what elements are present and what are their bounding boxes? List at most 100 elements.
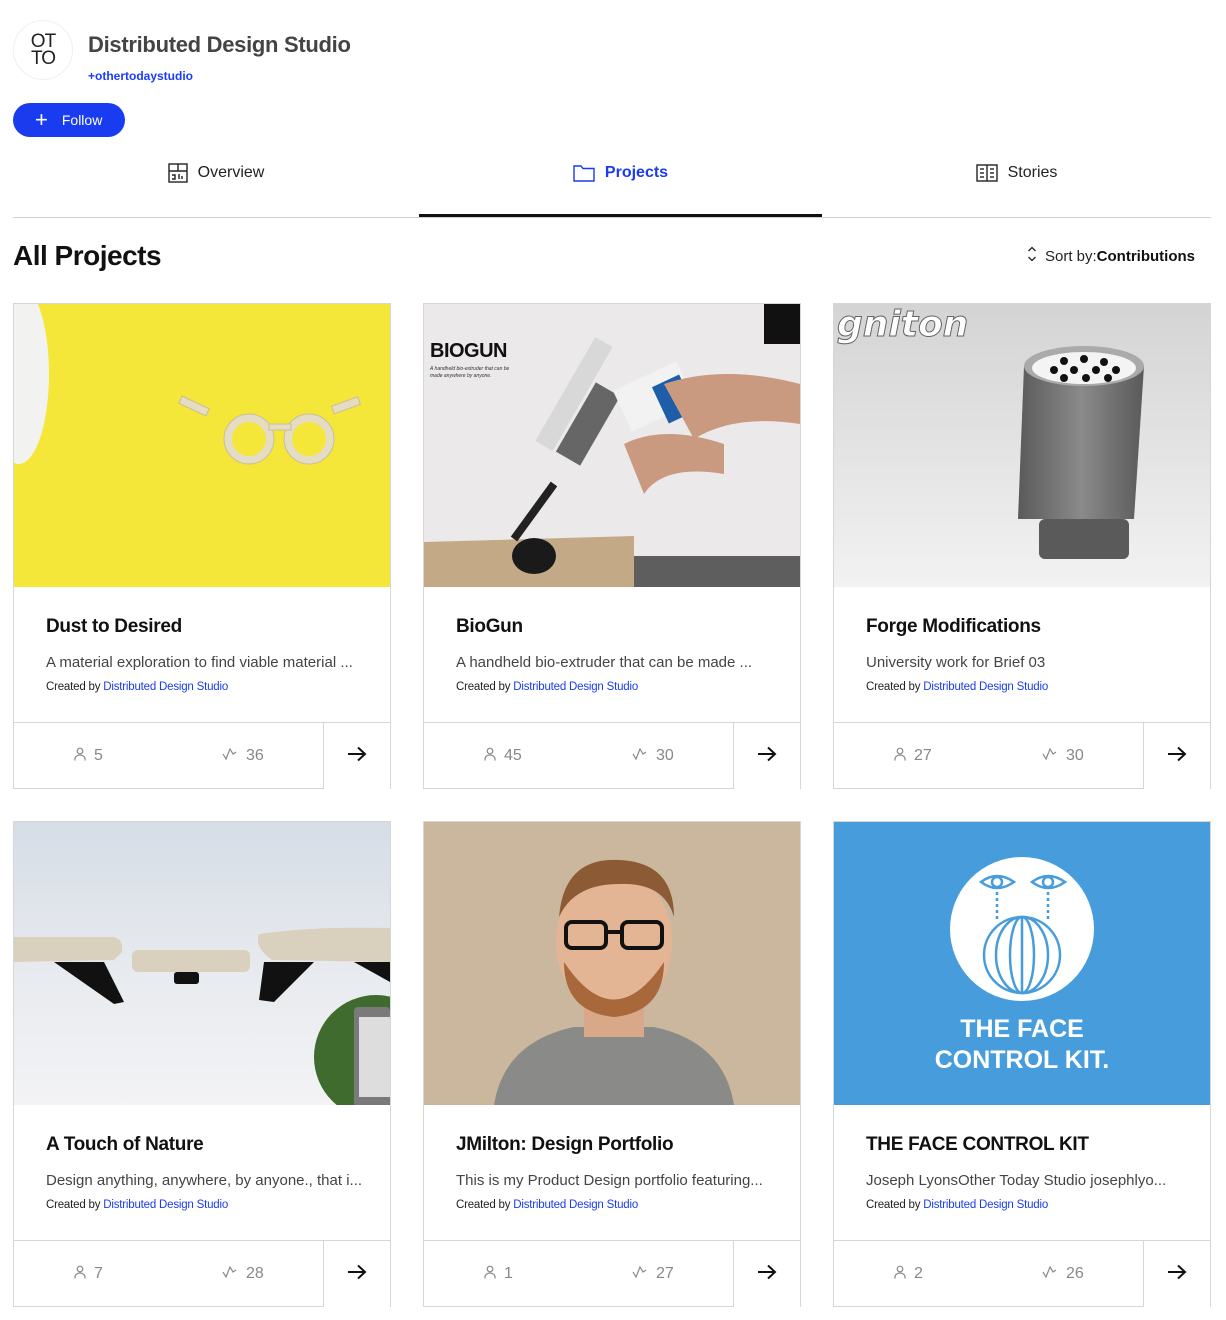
org-avatar[interactable]: OT TO — [13, 20, 73, 80]
activity-icon — [222, 1265, 238, 1283]
activity-icon — [222, 747, 238, 765]
creator-link[interactable]: Distributed Design Studio — [513, 681, 638, 693]
members-count: 2 — [914, 1265, 923, 1282]
project-card[interactable]: gniton Forge Modifications University wo… — [833, 303, 1211, 789]
sort-dropdown[interactable]: Sort by:Contributions — [1027, 246, 1195, 266]
biogun-image-caption: A handheld bio-extruder that can be made… — [430, 366, 510, 379]
project-title[interactable]: Dust to Desired — [46, 616, 182, 638]
open-project-button[interactable] — [733, 723, 800, 789]
project-thumbnail-forge-modifications[interactable]: gniton — [834, 304, 1210, 587]
creator-link[interactable]: Distributed Design Studio — [103, 1199, 228, 1211]
project-thumbnail-jmilton-portfolio[interactable] — [424, 822, 800, 1105]
project-title[interactable]: Forge Modifications — [866, 616, 1041, 638]
project-creator: Created by Distributed Design Studio — [866, 1199, 1048, 1211]
sort-chevrons-icon — [1027, 246, 1037, 266]
sort-label: Sort by: — [1044, 247, 1097, 265]
activity-icon — [632, 747, 648, 765]
org-handle[interactable]: +othertodaystudio — [88, 69, 193, 83]
project-creator: Created by Distributed Design Studio — [866, 681, 1048, 693]
project-card[interactable]: THE FACE CONTROL KIT. THE FACE CONTROL K… — [833, 821, 1211, 1307]
members-count: 27 — [914, 747, 932, 764]
project-card[interactable]: JMilton: Design Portfolio This is my Pro… — [423, 821, 801, 1307]
tab-stories[interactable]: Stories — [822, 150, 1211, 196]
members-count: 45 — [504, 747, 522, 764]
contributions-count: 27 — [656, 1265, 674, 1282]
members-stat: 7 — [74, 1241, 103, 1307]
project-title[interactable]: A Touch of Nature — [46, 1134, 204, 1156]
arrow-right-icon — [347, 746, 367, 767]
face-kit-heading-line-2: CONTROL KIT. — [934, 1046, 1110, 1074]
contributions-stat: 30 — [1042, 723, 1084, 789]
project-description: Design anything, anywhere, by anyone., t… — [46, 1172, 363, 1189]
created-by-label: Created by — [456, 1199, 511, 1211]
created-by-label: Created by — [46, 681, 101, 693]
contributions-stat: 28 — [222, 1241, 264, 1307]
page-title: All Projects — [13, 240, 162, 271]
project-creator: Created by Distributed Design Studio — [456, 1199, 638, 1211]
contributions-stat: 36 — [222, 723, 264, 789]
user-icon — [484, 747, 496, 766]
tab-overview[interactable]: Overview — [13, 150, 419, 196]
open-project-button[interactable] — [323, 723, 390, 789]
project-thumbnail-face-control-kit[interactable]: THE FACE CONTROL KIT. — [834, 822, 1210, 1105]
creator-link[interactable]: Distributed Design Studio — [923, 681, 1048, 693]
project-creator: Created by Distributed Design Studio — [46, 1199, 228, 1211]
open-project-button[interactable] — [1143, 723, 1210, 789]
contributions-stat: 26 — [1042, 1241, 1084, 1307]
project-description: A material exploration to find viable ma… — [46, 654, 353, 671]
contributions-stat: 27 — [632, 1241, 674, 1307]
project-thumbnail-a-touch-of-nature[interactable] — [14, 822, 390, 1105]
project-title[interactable]: JMilton: Design Portfolio — [456, 1134, 674, 1156]
members-stat: 27 — [894, 723, 932, 789]
tab-bar: Overview Projects Stories — [13, 150, 1211, 218]
creator-link[interactable]: Distributed Design Studio — [103, 681, 228, 693]
plus-icon: + — [35, 107, 48, 132]
dashboard-icon — [167, 163, 188, 183]
tab-projects[interactable]: Projects — [419, 150, 822, 217]
contributions-count: 36 — [246, 747, 264, 764]
tab-stories-label: Stories — [1007, 164, 1058, 181]
tab-overview-label: Overview — [197, 164, 265, 181]
project-thumbnail-biogun[interactable]: BIOGUN A handheld bio-extruder that can … — [424, 304, 800, 587]
open-project-button[interactable] — [1143, 1241, 1210, 1307]
folder-icon — [573, 164, 595, 182]
project-card[interactable]: A Touch of Nature Design anything, anywh… — [13, 821, 391, 1307]
arrow-right-icon — [1167, 1264, 1187, 1285]
creator-link[interactable]: Distributed Design Studio — [513, 1199, 638, 1211]
tab-projects-label: Projects — [604, 164, 669, 181]
created-by-label: Created by — [866, 1199, 921, 1211]
open-project-button[interactable] — [323, 1241, 390, 1307]
project-creator: Created by Distributed Design Studio — [46, 681, 228, 693]
user-icon — [484, 1265, 496, 1284]
book-icon — [975, 164, 998, 182]
project-title[interactable]: BioGun — [456, 616, 523, 638]
created-by-label: Created by — [46, 1199, 101, 1211]
org-avatar-logo: OT TO — [30, 31, 56, 69]
contributions-count: 30 — [656, 747, 674, 764]
user-icon — [74, 747, 86, 766]
members-count: 7 — [94, 1265, 103, 1282]
arrow-right-icon — [1167, 746, 1187, 767]
face-kit-heading-line-1: THE FACE — [960, 1015, 1084, 1043]
follow-button[interactable]: + Follow — [13, 103, 125, 137]
members-stat: 5 — [74, 723, 103, 789]
project-description: A handheld bio-extruder that can be made… — [456, 654, 753, 671]
project-thumbnail-dust-to-desired[interactable] — [14, 304, 390, 587]
created-by-label: Created by — [456, 681, 511, 693]
project-card[interactable]: Dust to Desired A material exploration t… — [13, 303, 391, 789]
project-card-footer: 45 30 — [424, 722, 800, 789]
creator-link[interactable]: Distributed Design Studio — [923, 1199, 1048, 1211]
project-card[interactable]: BIOGUN A handheld bio-extruder that can … — [423, 303, 801, 789]
sort-value: Contributions — [1096, 247, 1195, 265]
project-card-footer: 7 28 — [14, 1240, 390, 1307]
members-stat: 45 — [484, 723, 522, 789]
project-description: University work for Brief 03 — [866, 654, 1046, 671]
project-title[interactable]: THE FACE CONTROL KIT — [866, 1134, 1089, 1156]
contributions-count: 30 — [1066, 747, 1084, 764]
arrow-right-icon — [347, 1264, 367, 1285]
activity-icon — [1042, 747, 1058, 765]
biogun-image-heading: BIOGUN — [430, 340, 508, 362]
user-icon — [894, 1265, 906, 1284]
activity-icon — [632, 1265, 648, 1283]
open-project-button[interactable] — [733, 1241, 800, 1307]
